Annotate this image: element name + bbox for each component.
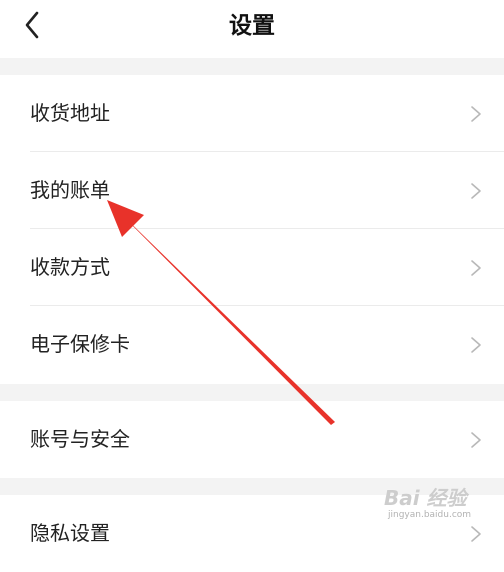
settings-item-account-security[interactable]: 账号与安全 <box>0 401 504 478</box>
section-separator <box>0 58 504 75</box>
settings-item-label: 隐私设置 <box>30 521 110 545</box>
section-separator <box>0 384 504 401</box>
watermark: Bai 经验 jingyan.baidu.com <box>384 478 498 524</box>
chevron-right-icon <box>471 526 481 542</box>
settings-item-my-bills[interactable]: 我的账单 <box>0 152 504 229</box>
chevron-right-icon <box>471 183 481 199</box>
page-title: 设置 <box>229 13 275 39</box>
chevron-right-icon <box>471 337 481 353</box>
watermark-logo: Bai 经验 <box>384 486 467 510</box>
settings-item-label: 收款方式 <box>30 255 110 279</box>
settings-item-label: 账号与安全 <box>30 427 130 451</box>
settings-item-label: 电子保修卡 <box>30 332 130 356</box>
settings-item-e-warranty-card[interactable]: 电子保修卡 <box>0 306 504 383</box>
chevron-right-icon <box>471 260 481 276</box>
settings-item-payment-methods[interactable]: 收款方式 <box>0 229 504 306</box>
chevron-right-icon <box>471 432 481 448</box>
header-bar: 设置 <box>0 0 504 56</box>
settings-item-shipping-address[interactable]: 收货地址 <box>0 75 504 152</box>
watermark-url: jingyan.baidu.com <box>388 510 472 520</box>
settings-item-label: 我的账单 <box>30 178 110 202</box>
chevron-right-icon <box>471 106 481 122</box>
settings-item-label: 收货地址 <box>30 101 110 125</box>
